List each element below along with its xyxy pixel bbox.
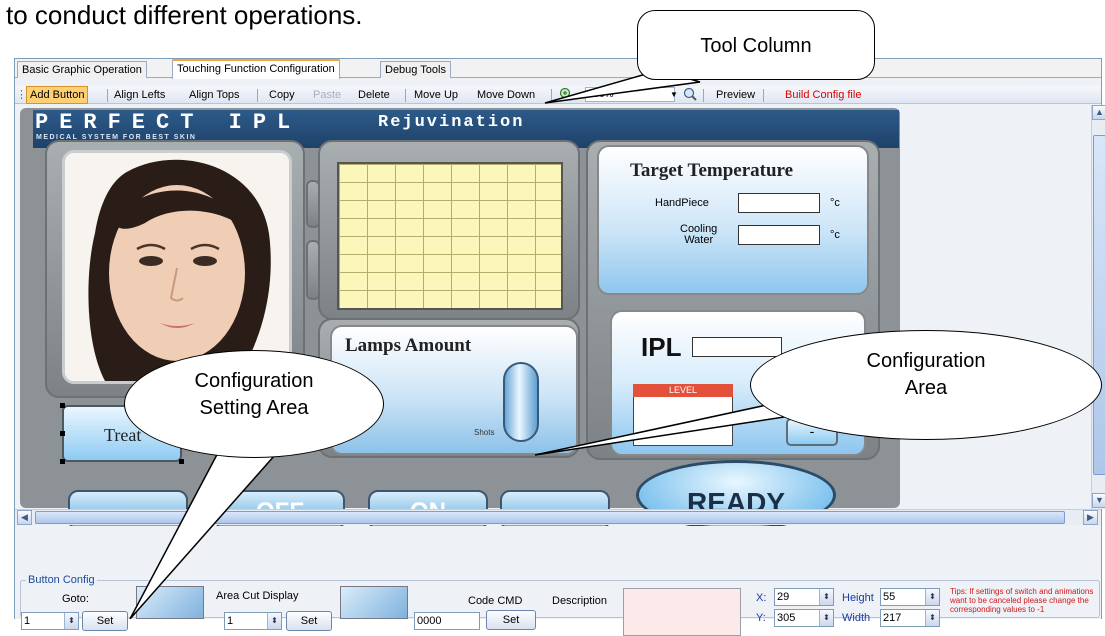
callout-text-line2: Setting Area: [199, 397, 309, 419]
configuration-area-callout: Configuration Area: [750, 330, 1102, 440]
callout-text-line1: Configuration: [194, 370, 314, 392]
configuration-setting-area-callout: Configuration Setting Area: [124, 350, 384, 458]
callout-text-line1: Configuration: [866, 350, 986, 372]
callout-pointers: [129, 69, 831, 619]
callout-text-line2: Area: [904, 377, 948, 399]
tool-column-callout: Tool Column: [637, 10, 875, 80]
config-setting-pointer: [129, 429, 292, 619]
